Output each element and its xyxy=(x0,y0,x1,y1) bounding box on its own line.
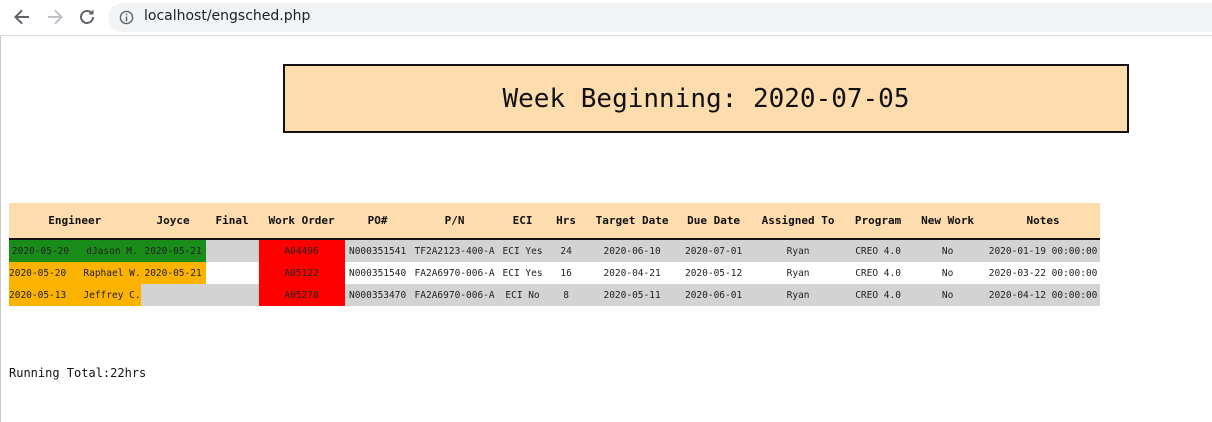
po-cell: N000351541 xyxy=(344,239,411,262)
col-pn: P/N xyxy=(410,203,499,240)
pn-cell: TF2A2123-400-A xyxy=(410,239,499,262)
target-date-cell: 2020-06-10 xyxy=(585,239,679,262)
col-program: Program xyxy=(847,203,909,240)
engineer-name: dJason M. xyxy=(86,245,138,257)
engineer-date: 2020-05-20 xyxy=(9,267,67,279)
address-bar[interactable]: localhost/engsched.php xyxy=(108,3,1212,32)
work-order-cell: A04496 xyxy=(258,239,345,262)
reload-icon[interactable] xyxy=(76,6,98,28)
program-cell: CREO 4.0 xyxy=(847,239,909,262)
col-due-date: Due Date xyxy=(678,203,749,240)
eci-cell: ECI Yes xyxy=(498,239,547,262)
work-order-cell: A05122 xyxy=(258,262,345,284)
pn-cell: FA2A6970-006-A xyxy=(410,284,499,306)
back-arrow-icon[interactable] xyxy=(11,6,33,28)
due-date-cell: 2020-07-01 xyxy=(678,239,749,262)
joyce-cell xyxy=(140,284,206,306)
col-final: Final xyxy=(205,203,259,240)
final-cell xyxy=(205,262,259,284)
engineer-date: 2020-05-20 xyxy=(11,245,70,257)
notes-cell: 2020-04-12 00:00:00 xyxy=(986,284,1100,306)
hrs-cell: 8 xyxy=(546,284,586,306)
final-cell xyxy=(205,284,259,306)
engineer-date: 2020-05-13 xyxy=(9,289,67,301)
eci-cell: ECI No xyxy=(498,284,547,306)
program-cell: CREO 4.0 xyxy=(847,284,909,306)
col-work-order: Work Order xyxy=(258,203,345,240)
po-cell: N000351540 xyxy=(344,262,411,284)
table-row: 2020-05-20 Raphael W. 2020-05-21 A05122 … xyxy=(9,262,1100,284)
program-cell: CREO 4.0 xyxy=(847,262,909,284)
target-date-cell: 2020-05-11 xyxy=(585,284,679,306)
schedule-table: Engineer Joyce Final Work Order PO# P/N … xyxy=(9,203,1100,306)
col-notes: Notes xyxy=(986,203,1100,240)
week-header-box: Week Beginning: 2020-07-05 xyxy=(283,64,1129,133)
notes-cell: 2020-03-22 00:00:00 xyxy=(986,262,1100,284)
col-new-work: New Work xyxy=(908,203,987,240)
table-row: 2020-05-13 Jeffrey C. A05278 N000353470 … xyxy=(9,284,1100,306)
engineer-cell: 2020-05-20 Raphael W. xyxy=(9,262,141,284)
eci-cell: ECI Yes xyxy=(498,262,547,284)
hrs-cell: 16 xyxy=(546,262,586,284)
engineer-name: Jeffrey C. xyxy=(83,289,141,301)
notes-cell: 2020-01-19 00:00:00 xyxy=(986,239,1100,262)
po-cell: N000353470 xyxy=(344,284,411,306)
assigned-to-cell: Ryan xyxy=(748,262,848,284)
info-icon[interactable] xyxy=(119,10,134,25)
due-date-cell: 2020-06-01 xyxy=(678,284,749,306)
col-hrs: Hrs xyxy=(546,203,586,240)
target-date-cell: 2020-04-21 xyxy=(585,262,679,284)
joyce-cell: 2020-05-21 xyxy=(140,262,206,284)
due-date-cell: 2020-05-12 xyxy=(678,262,749,284)
new-work-cell: No xyxy=(908,284,987,306)
col-engineer: Engineer xyxy=(9,203,141,240)
col-joyce: Joyce xyxy=(140,203,206,240)
joyce-cell: 2020-05-21 xyxy=(140,239,206,262)
col-target-date: Target Date xyxy=(585,203,679,240)
new-work-cell: No xyxy=(908,262,987,284)
table-header-row: Engineer Joyce Final Work Order PO# P/N … xyxy=(9,203,1100,240)
browser-toolbar: localhost/engsched.php xyxy=(0,0,1212,36)
hrs-cell: 24 xyxy=(546,239,586,262)
engineer-name: Raphael W. xyxy=(83,267,141,279)
final-cell xyxy=(205,239,259,262)
col-assigned-to: Assigned To xyxy=(748,203,848,240)
forward-arrow-icon[interactable] xyxy=(44,6,66,28)
engineer-cell: 2020-05-20 dJason M. xyxy=(9,239,141,262)
week-title: Week Beginning: 2020-07-05 xyxy=(502,83,910,114)
running-total: Running Total:22hrs xyxy=(9,366,147,380)
col-po: PO# xyxy=(344,203,411,240)
assigned-to-cell: Ryan xyxy=(748,239,848,262)
new-work-cell: No xyxy=(908,239,987,262)
work-order-cell: A05278 xyxy=(258,284,345,306)
assigned-to-cell: Ryan xyxy=(748,284,848,306)
table-row: 2020-05-20 dJason M. 2020-05-21 A04496 N… xyxy=(9,239,1100,262)
url-text: localhost/engsched.php xyxy=(144,8,311,24)
engineer-cell: 2020-05-13 Jeffrey C. xyxy=(9,284,141,306)
page-edge xyxy=(0,36,1,422)
col-eci: ECI xyxy=(498,203,547,240)
pn-cell: FA2A6970-006-A xyxy=(410,262,499,284)
